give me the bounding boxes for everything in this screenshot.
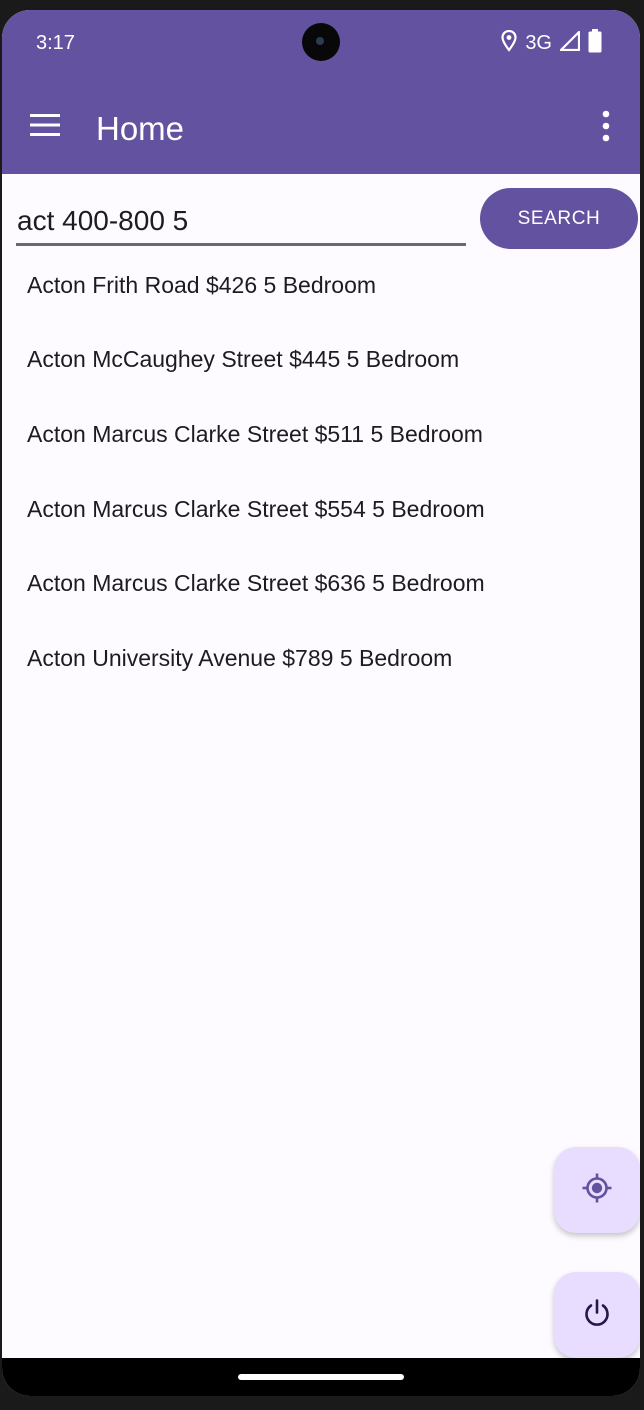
more-vertical-icon[interactable] (594, 108, 618, 144)
phone-screen: 3:17 3G Home act 400-800 5 SEARCH Acton … (2, 10, 640, 1396)
battery-icon (588, 28, 602, 58)
result-item-label: Acton Frith Road $426 5 Bedroom (27, 271, 377, 298)
result-item-label: Acton University Avenue $789 5 Bedroom (27, 644, 453, 671)
result-item[interactable]: Acton Marcus Clarke Street $636 5 Bedroo… (2, 554, 640, 629)
locate-button[interactable] (554, 1147, 640, 1233)
search-button[interactable]: SEARCH (480, 188, 638, 249)
status-time: 3:17 (36, 32, 75, 54)
result-item-label: Acton Marcus Clarke Street $554 5 Bedroo… (27, 495, 485, 522)
app-bar: 3:17 3G Home (2, 10, 640, 174)
hamburger-menu-icon[interactable] (28, 112, 62, 138)
status-icons: 3G (501, 28, 602, 58)
crosshair-location-icon (581, 1172, 613, 1209)
status-bar: 3:17 3G (2, 10, 640, 74)
result-item[interactable]: Acton University Avenue $789 5 Bedroom (2, 629, 640, 704)
result-item-label: Acton Marcus Clarke Street $511 5 Bedroo… (27, 420, 483, 447)
page-title: Home (96, 110, 185, 147)
result-item[interactable]: Acton Marcus Clarke Street $554 5 Bedroo… (2, 480, 640, 555)
result-item[interactable]: Acton McCaughey Street $445 5 Bedroom (2, 331, 640, 406)
results-list: Acton Frith Road $426 5 Bedroom Acton Mc… (2, 256, 640, 704)
network-type-label: 3G (525, 31, 552, 54)
top-toolbar: Home (2, 74, 640, 174)
home-gesture-handle[interactable] (238, 1374, 404, 1380)
result-item-label: Acton Marcus Clarke Street $636 5 Bedroo… (27, 570, 485, 597)
result-item[interactable]: Acton Frith Road $426 5 Bedroom (2, 256, 640, 331)
signal-icon (559, 30, 581, 56)
result-item[interactable]: Acton Marcus Clarke Street $511 5 Bedroo… (2, 405, 640, 480)
power-icon (581, 1297, 613, 1334)
device-frame: 3:17 3G Home act 400-800 5 SEARCH Acton … (0, 0, 644, 1410)
power-button[interactable] (554, 1272, 640, 1358)
location-icon (501, 29, 517, 57)
camera-cutout (302, 23, 340, 61)
result-item-label: Acton McCaughey Street $445 5 Bedroom (27, 346, 460, 373)
system-nav-bar (2, 1358, 640, 1396)
search-input[interactable] (16, 198, 466, 246)
search-row: SEARCH (2, 186, 640, 256)
